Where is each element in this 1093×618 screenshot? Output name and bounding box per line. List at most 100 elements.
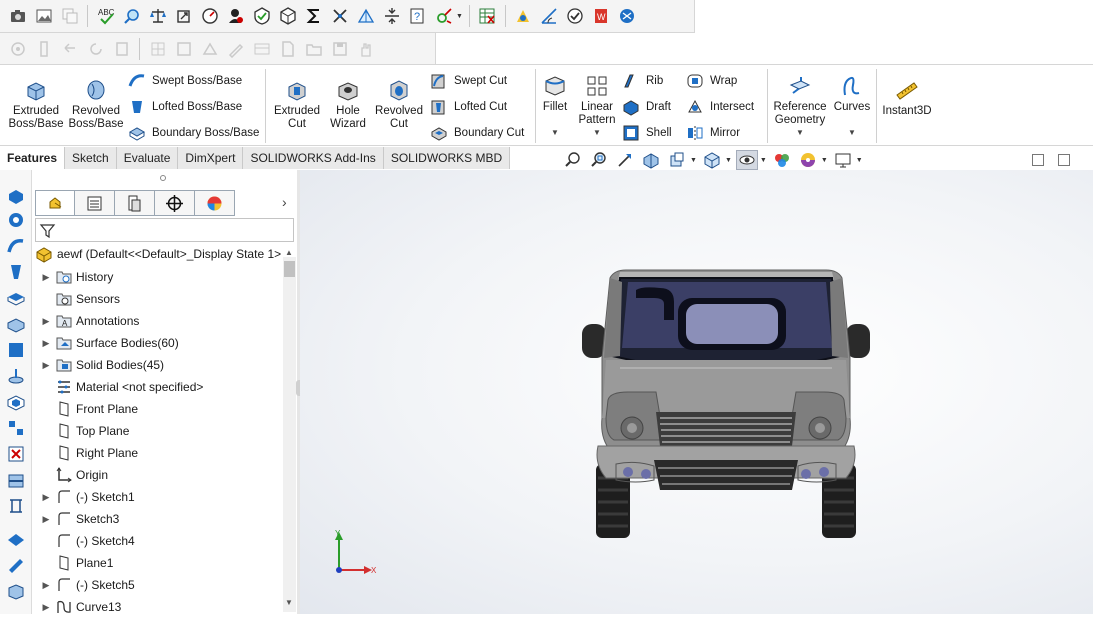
- edit-icon[interactable]: [224, 37, 247, 60]
- view-dropdown-icon[interactable]: ▼: [690, 157, 697, 164]
- lofted-boss-button[interactable]: Lofted Boss/Base: [128, 98, 242, 116]
- spell-check-icon[interactable]: ABC: [94, 5, 117, 28]
- property-manager-tab-icon[interactable]: [75, 190, 115, 216]
- feature-tree-tab-icon[interactable]: [35, 190, 75, 216]
- undo-icon[interactable]: [58, 37, 81, 60]
- checkmark-icon[interactable]: [564, 5, 587, 28]
- intersect-button[interactable]: Intersect: [686, 98, 754, 116]
- wrap-button[interactable]: Wrap: [686, 72, 737, 90]
- tree-item-curve13[interactable]: ▶ Curve13: [38, 596, 284, 618]
- boundary-boss-button[interactable]: Boundary Boss/Base: [128, 124, 259, 142]
- gauge-icon[interactable]: [198, 5, 221, 28]
- expand-arrow-icon[interactable]: ▶: [38, 602, 54, 613]
- expand-arrow-icon[interactable]: ▶: [38, 360, 54, 371]
- curves-button[interactable]: Curves: [832, 73, 872, 114]
- cut-shortcut-icon[interactable]: [6, 314, 26, 334]
- revolved-boss-button[interactable]: Revolved Boss/Base: [69, 77, 124, 131]
- query-icon[interactable]: ?: [406, 5, 429, 28]
- truck-model[interactable]: [580, 268, 872, 544]
- cross-arrows-icon[interactable]: [328, 5, 351, 28]
- swept-boss-button[interactable]: Swept Boss/Base: [128, 72, 242, 90]
- fold-icon[interactable]: [354, 5, 377, 28]
- extrude-shortcut-icon[interactable]: [6, 186, 26, 206]
- scrollbar-thumb[interactable]: [284, 261, 295, 277]
- loft-shortcut-icon[interactable]: [6, 262, 26, 282]
- tree-item-origin[interactable]: Origin: [38, 464, 284, 486]
- plane-shortcut-icon[interactable]: [6, 340, 26, 360]
- mirror-button[interactable]: Mirror: [686, 124, 740, 142]
- zoom-to-fit-icon[interactable]: [562, 150, 584, 170]
- copy-icon[interactable]: [58, 5, 81, 28]
- scale-shortcut-icon[interactable]: [6, 496, 26, 516]
- folder-icon[interactable]: [302, 37, 325, 60]
- tree-item-solid-bodies[interactable]: ▶ Solid Bodies(45): [38, 354, 284, 376]
- previous-view-icon[interactable]: [614, 150, 636, 170]
- camera-icon[interactable]: [6, 5, 29, 28]
- tab-dimxpert[interactable]: DimXpert: [178, 147, 244, 169]
- view-orientation-icon[interactable]: [701, 150, 723, 170]
- scene-dropdown-icon[interactable]: ▼: [821, 157, 828, 164]
- draft-button[interactable]: Draft: [622, 98, 671, 116]
- person-icon[interactable]: [224, 5, 247, 28]
- tree-item-sketch4[interactable]: (-) Sketch4: [38, 530, 284, 552]
- shell-button[interactable]: Shell: [622, 124, 672, 142]
- shield-check-icon[interactable]: [250, 5, 273, 28]
- color-icon[interactable]: [512, 5, 535, 28]
- tree-item-right-plane[interactable]: Right Plane: [38, 442, 284, 464]
- sweep-shortcut-icon[interactable]: [6, 236, 26, 256]
- tab-evaluate[interactable]: Evaluate: [116, 147, 179, 169]
- office-icon[interactable]: W: [590, 5, 613, 28]
- expand-arrow-icon[interactable]: ▶: [38, 338, 54, 349]
- save-icon[interactable]: [328, 37, 351, 60]
- tree-item-plane1[interactable]: Plane1: [38, 552, 284, 574]
- zoom-search-icon[interactable]: [120, 5, 143, 28]
- angle-icon[interactable]: [538, 5, 561, 28]
- panel-grip-icon[interactable]: [160, 175, 166, 181]
- view-settings-icon[interactable]: [832, 150, 854, 170]
- globe-icon[interactable]: [616, 5, 639, 28]
- intersect-shortcut-icon[interactable]: [6, 582, 26, 602]
- tree-item-sensors[interactable]: Sensors: [38, 288, 284, 310]
- tree-item-sketch3[interactable]: ▶ Sketch3: [38, 508, 284, 530]
- tree-root-part[interactable]: aewf (Default<<Default>_Display State 1>: [35, 245, 281, 263]
- boundary-shortcut-icon[interactable]: [6, 288, 26, 308]
- display-manager-tab-icon[interactable]: [195, 190, 235, 216]
- rib-button[interactable]: Rib: [622, 72, 663, 90]
- hide-show-dropdown-icon[interactable]: ▼: [760, 157, 767, 164]
- tab-features[interactable]: Features: [0, 147, 66, 169]
- expand-arrow-icon[interactable]: ▶: [38, 316, 54, 327]
- dimxpert-manager-tab-icon[interactable]: [155, 190, 195, 216]
- balance-icon[interactable]: [146, 5, 169, 28]
- hide-show-items-icon[interactable]: [735, 150, 758, 170]
- tree-item-annotations[interactable]: ▶ A Annotations: [38, 310, 284, 332]
- table-icon[interactable]: [250, 37, 273, 60]
- maximize-panel-icon[interactable]: [1058, 154, 1070, 166]
- scroll-up-icon[interactable]: ▲: [285, 248, 293, 257]
- tab-solidworks-mbd[interactable]: SOLIDWORKS MBD: [383, 147, 511, 169]
- pattern-shortcut-icon[interactable]: [6, 418, 26, 438]
- fillet-dropdown-icon[interactable]: ▼: [551, 128, 559, 137]
- move-body-shortcut-icon[interactable]: [6, 530, 26, 550]
- boundary-cut-button[interactable]: Boundary Cut: [430, 124, 524, 142]
- fillet-button[interactable]: Fillet: [540, 73, 570, 114]
- revolved-cut-button[interactable]: Revolved Cut: [374, 77, 424, 131]
- expand-arrow-icon[interactable]: ▶: [38, 492, 54, 503]
- flip-icon[interactable]: [198, 37, 221, 60]
- shell-shortcut-icon[interactable]: [6, 392, 26, 412]
- orientation-dropdown-icon[interactable]: ▼: [725, 157, 732, 164]
- lofted-cut-button[interactable]: Lofted Cut: [430, 98, 507, 116]
- combine-shortcut-icon[interactable]: [6, 556, 26, 576]
- chevron-right-icon[interactable]: ›: [282, 194, 287, 210]
- grid-icon[interactable]: [146, 37, 169, 60]
- expand-arrow-icon[interactable]: ▶: [38, 580, 54, 591]
- edit-appearance-icon[interactable]: [771, 150, 793, 170]
- linear-pattern-dropdown-icon[interactable]: ▼: [593, 128, 601, 137]
- dynamic-annotation-icon[interactable]: [666, 150, 688, 170]
- extruded-cut-button[interactable]: Extruded Cut: [272, 77, 322, 131]
- bottle-icon[interactable]: [32, 37, 55, 60]
- rotate-icon[interactable]: [172, 5, 195, 28]
- delete-face-shortcut-icon[interactable]: [6, 444, 26, 464]
- spreadsheet-icon[interactable]: [476, 5, 499, 28]
- configuration-manager-tab-icon[interactable]: [115, 190, 155, 216]
- split-shortcut-icon[interactable]: [6, 470, 26, 490]
